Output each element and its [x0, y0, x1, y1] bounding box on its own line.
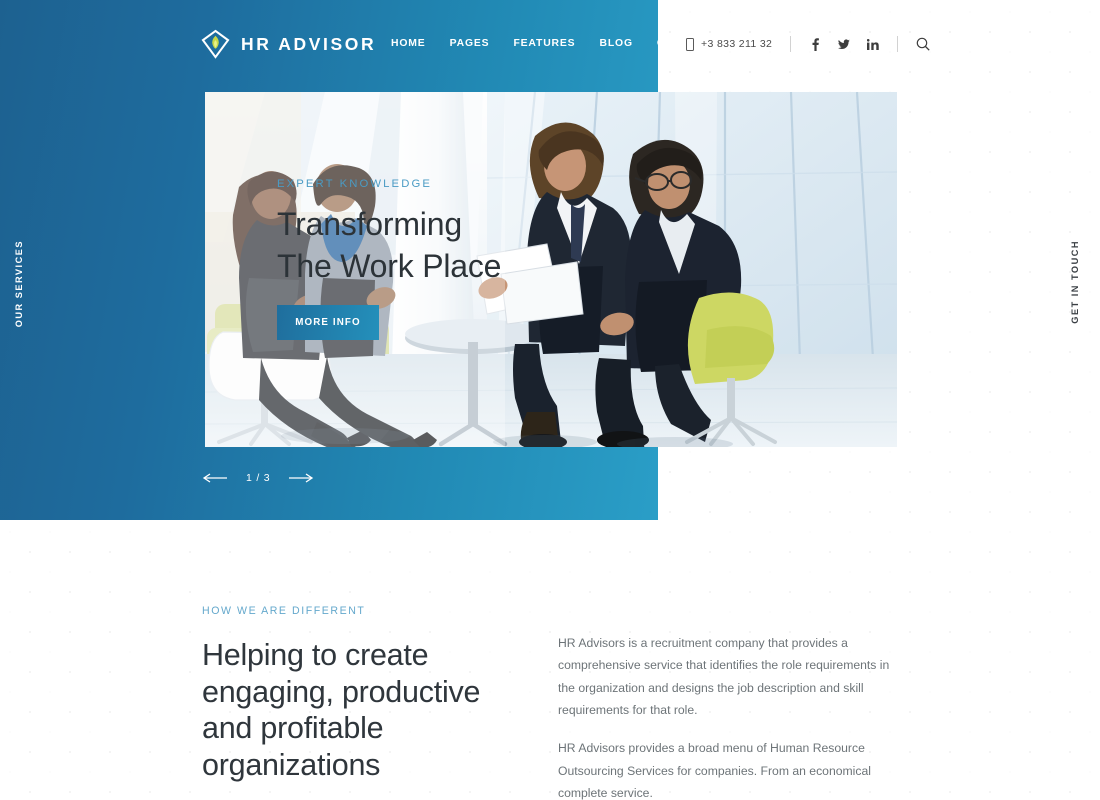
nav-item-home[interactable]: HOME: [391, 38, 426, 49]
hero-caption: EXPERT KNOWLEDGE Transforming The Work P…: [277, 178, 607, 288]
more-info-button[interactable]: MORE INFO: [277, 305, 379, 340]
linkedin-icon[interactable]: [867, 38, 879, 50]
header-utilities: +3 833 211 32: [686, 36, 930, 52]
shield-flame-logo-icon: [201, 29, 230, 59]
header-divider-2: [897, 36, 899, 52]
phone-icon: [686, 37, 694, 51]
difference-heading: Helping to create engaging, productive a…: [202, 638, 481, 782]
nav-item-blog[interactable]: BLOG: [599, 38, 632, 49]
hero-slider-nav: 1 / 3: [202, 472, 314, 484]
arrow-left-icon[interactable]: [202, 473, 228, 483]
difference-paragraph-2: HR Advisors provides a broad menu of Hum…: [558, 741, 871, 800]
facebook-icon[interactable]: [809, 37, 821, 51]
search-icon[interactable]: [916, 37, 930, 51]
site-header: HR ADVISOR HOME PAGES FEATURES BLOG CONT…: [0, 0, 1100, 92]
side-tab-our-services[interactable]: OUR SERVICES: [14, 240, 24, 327]
nav-item-features[interactable]: FEATURES: [513, 38, 575, 49]
slide-counter: 1 / 3: [246, 472, 271, 484]
difference-text-column: HOW WE ARE DIFFERENT Helping to create e…: [202, 605, 532, 783]
logo-text: HR ADVISOR: [241, 33, 377, 54]
arrow-right-icon[interactable]: [288, 473, 314, 483]
header-phone[interactable]: +3 833 211 32: [686, 37, 773, 51]
hero-title: Transforming The Work Place: [277, 206, 502, 284]
side-tab-get-in-touch[interactable]: GET IN TOUCH: [1070, 240, 1080, 324]
difference-body-column: HR Advisors is a recruitment company tha…: [558, 632, 903, 800]
site-logo[interactable]: HR ADVISOR: [201, 29, 376, 59]
nav-item-pages[interactable]: PAGES: [450, 38, 490, 49]
difference-eyebrow: HOW WE ARE DIFFERENT: [202, 605, 366, 617]
main-navigation: HOME PAGES FEATURES BLOG CONTACTS: [391, 38, 721, 49]
phone-number: +3 833 211 32: [701, 38, 773, 50]
difference-paragraph-1: HR Advisors is a recruitment company tha…: [558, 636, 890, 717]
header-divider-1: [790, 36, 792, 52]
twitter-icon[interactable]: [838, 38, 851, 50]
social-links: [809, 37, 879, 51]
how-we-are-different-section: HOW WE ARE DIFFERENT Helping to create e…: [0, 560, 1100, 800]
hero-eyebrow: EXPERT KNOWLEDGE: [277, 178, 432, 190]
